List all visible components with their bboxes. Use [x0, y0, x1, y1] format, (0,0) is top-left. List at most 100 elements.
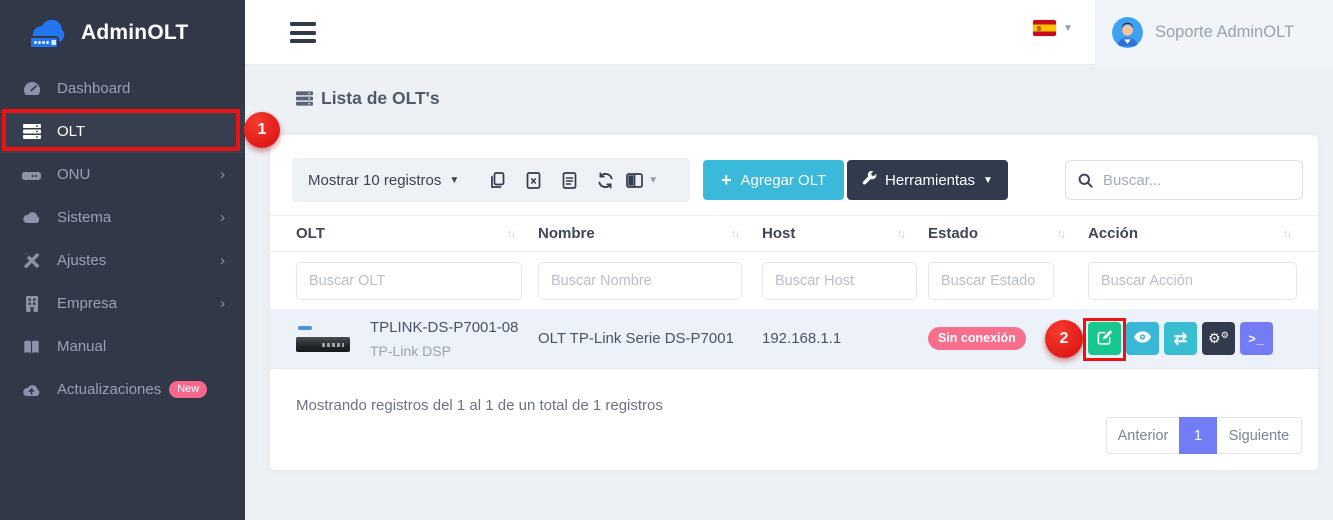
cloud-olt-logo-icon: [26, 14, 72, 52]
table-info: Mostrando registros del 1 al 1 de un tot…: [296, 397, 663, 414]
sidebar-item-manual[interactable]: Manual: [0, 325, 245, 368]
add-olt-label: Agregar OLT: [741, 172, 827, 189]
column-header-estado[interactable]: Estado↑↓: [928, 225, 1088, 242]
new-badge: New: [169, 381, 207, 398]
column-header-host[interactable]: Host↑↓: [762, 225, 928, 242]
olt-device-image: [296, 322, 350, 356]
copy-button[interactable]: [482, 165, 512, 195]
page-length-label: Mostrar 10 registros: [308, 172, 441, 189]
annotation-step2-box: [1083, 318, 1126, 361]
olt-name: TPLINK-DS-P7001-08: [370, 319, 518, 337]
brand-name: AdminOLT: [81, 21, 188, 45]
sidebar-item-empresa[interactable]: Empresa ›: [0, 282, 245, 325]
search-icon: [1078, 173, 1093, 188]
sync-olt-button[interactable]: ⇄: [1164, 322, 1197, 355]
sort-icon[interactable]: ↑↓: [507, 228, 514, 240]
terminal-icon: >_: [1248, 332, 1264, 346]
olt-model: TP-Link DSP: [370, 343, 518, 359]
tools-label: Herramientas: [885, 172, 975, 189]
caret-down-icon: ▼: [648, 175, 658, 186]
caret-down-icon: ▼: [449, 175, 459, 186]
sidebar-item-actualizaciones[interactable]: Actualizaciones New: [0, 368, 245, 411]
sort-icon[interactable]: ↑↓: [731, 228, 738, 240]
column-visibility-button[interactable]: ▼: [626, 173, 658, 188]
user-name: Soporte AdminOLT: [1155, 23, 1294, 42]
sidebar-item-label: ONU: [57, 166, 90, 183]
sidebar-item-onu[interactable]: ONU ›: [0, 153, 245, 196]
cell-host: 192.168.1.1: [762, 330, 928, 347]
pagination: Anterior 1 Siguiente: [1106, 417, 1302, 454]
column-header-nombre[interactable]: Nombre↑↓: [538, 225, 762, 242]
cloud-icon: [22, 211, 41, 224]
table-header-row: OLT↑↓ Nombre↑↓ Host↑↓ Estado↑↓ Acción↑↓: [270, 215, 1318, 252]
file-export-button[interactable]: [554, 165, 584, 195]
sidebar-item-label: Manual: [57, 338, 106, 355]
main-content: Lista de OLT's Mostrar 10 registros ▼: [245, 65, 1333, 520]
book-icon: [22, 340, 41, 354]
global-search: [1065, 160, 1303, 200]
table-filter-row: [270, 257, 1318, 305]
sidebar-item-sistema[interactable]: Sistema ›: [0, 196, 245, 239]
menu-toggle-button[interactable]: [290, 22, 316, 43]
search-input[interactable]: [1103, 172, 1290, 189]
sort-icon[interactable]: ↑↓: [897, 228, 904, 240]
sidebar-item-dashboard[interactable]: Dashboard: [0, 67, 245, 110]
sidebar-item-label: Empresa: [57, 295, 117, 312]
sidebar-item-label: Dashboard: [57, 80, 130, 97]
avatar: [1112, 17, 1143, 48]
excel-export-button[interactable]: [518, 165, 548, 195]
tools-dropdown-button[interactable]: Herramientas ▼: [847, 160, 1008, 200]
status-badge: Sin conexión: [928, 327, 1026, 350]
cell-olt: TPLINK-DS-P7001-08 TP-Link DSP: [296, 319, 538, 359]
annotation-step1-marker: 1: [244, 112, 280, 148]
chevron-right-icon: ›: [220, 296, 225, 311]
caret-down-icon: ▼: [983, 175, 993, 186]
topbar: ▼ Soporte AdminOLT: [245, 0, 1333, 65]
eye-icon: [1134, 331, 1151, 346]
chevron-right-icon: ›: [220, 167, 225, 182]
brand-logo[interactable]: AdminOLT: [0, 0, 245, 65]
olt-list-card: Mostrar 10 registros ▼ ▼: [270, 135, 1318, 470]
column-header-olt[interactable]: OLT↑↓: [296, 225, 538, 242]
server-icon: [296, 91, 313, 106]
pagination-page-1-button[interactable]: 1: [1179, 417, 1217, 454]
pagination-previous-button[interactable]: Anterior: [1106, 417, 1179, 454]
sidebar-item-ajustes[interactable]: Ajustes ›: [0, 239, 245, 282]
filter-olt-input[interactable]: [296, 262, 522, 300]
filter-nombre-input[interactable]: [538, 262, 742, 300]
user-menu[interactable]: Soporte AdminOLT: [1095, 0, 1333, 65]
sort-icon[interactable]: ↑↓: [1057, 228, 1064, 240]
spain-flag-icon: [1033, 20, 1056, 36]
services-olt-button[interactable]: ⚙⚙: [1202, 322, 1235, 355]
filter-accion-input[interactable]: [1088, 262, 1297, 300]
sort-icon[interactable]: ↑↓: [1283, 228, 1290, 240]
chevron-right-icon: ›: [220, 253, 225, 268]
table-row[interactable]: TPLINK-DS-P7001-08 TP-Link DSP OLT TP-Li…: [270, 309, 1318, 369]
filter-host-input[interactable]: [762, 262, 917, 300]
terminal-olt-button[interactable]: >_: [1240, 322, 1273, 355]
gears-icon: ⚙⚙: [1208, 330, 1229, 347]
refresh-button[interactable]: [590, 165, 620, 195]
annotation-step2-marker: 2: [1045, 320, 1083, 358]
adminolt-app: AdminOLT Dashboard OLT ONU ›: [0, 0, 1333, 520]
page-title: Lista de OLT's: [296, 88, 440, 109]
annotation-step1-box: [2, 109, 240, 151]
filter-estado-input[interactable]: [928, 262, 1054, 300]
wrench-icon: [862, 171, 877, 190]
pagination-next-button[interactable]: Siguiente: [1217, 417, 1302, 454]
cloud-upload-icon: [22, 383, 41, 397]
sidebar-item-label: Sistema: [57, 209, 111, 226]
building-icon: [22, 296, 41, 312]
add-olt-button[interactable]: + Agregar OLT: [703, 160, 844, 200]
language-selector[interactable]: ▼: [1033, 20, 1073, 36]
page-length-select[interactable]: Mostrar 10 registros ▼: [308, 172, 459, 189]
sidebar-item-label: Actualizaciones: [57, 381, 161, 398]
column-header-accion[interactable]: Acción↑↓: [1088, 225, 1296, 242]
dashboard-icon: [22, 81, 41, 96]
page-title-text: Lista de OLT's: [321, 88, 440, 109]
cell-nombre: OLT TP-Link Serie DS-P7001: [538, 330, 762, 347]
modem-icon: [22, 168, 41, 182]
view-olt-button[interactable]: [1126, 322, 1159, 355]
caret-down-icon: ▼: [1063, 23, 1073, 34]
datatable-buttons-group: Mostrar 10 registros ▼ ▼: [292, 158, 690, 202]
